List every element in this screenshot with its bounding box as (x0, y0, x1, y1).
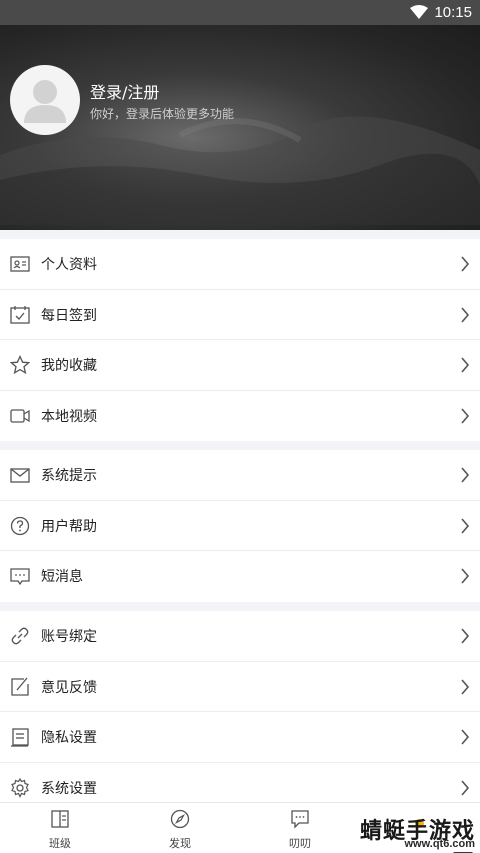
chevron-right-icon (461, 306, 470, 323)
menu-item-label: 个人资料 (41, 257, 97, 273)
default-avatar-icon (24, 80, 66, 123)
menu-item-user-help[interactable]: 用户帮助 (0, 501, 480, 551)
tab-discover[interactable]: 发现 (120, 803, 240, 853)
calendar-check-icon (10, 305, 30, 324)
compass-icon (170, 809, 190, 829)
chevron-right-icon (461, 357, 470, 373)
menu-item-system-notice[interactable]: 系统提示 (0, 450, 480, 501)
gear-icon (11, 777, 29, 798)
menu-item-daily-checkin[interactable]: 每日签到 (0, 290, 480, 340)
menu-item-local-video[interactable]: 本地视频 (0, 391, 480, 442)
tab-class[interactable]: 班级 (0, 803, 120, 853)
tab-label: 发现 (169, 837, 191, 850)
video-camera-icon (10, 408, 30, 423)
edit-icon (11, 677, 29, 696)
chevron-right-icon (461, 467, 470, 483)
chevron-right-icon (461, 729, 470, 745)
menu-item-label: 用户帮助 (41, 518, 97, 535)
login-register-link[interactable]: 登录/注册 (90, 79, 159, 103)
menu-item-label: 短消息 (41, 569, 83, 585)
chevron-right-icon (461, 779, 470, 796)
menu-item-favorites[interactable]: 我的收藏 (0, 340, 480, 391)
link-icon (11, 627, 29, 645)
chat-bubble-icon (291, 810, 309, 829)
menu-item-label: 系统提示 (41, 468, 97, 484)
status-bar: 10:15 (0, 0, 480, 25)
status-time: 10:15 (434, 4, 472, 21)
menu-item-privacy-settings[interactable]: 隐私设置 (0, 712, 480, 763)
menu-item-label: 意见反馈 (41, 679, 97, 696)
chevron-right-icon (461, 407, 470, 424)
menu-item-label: 隐私设置 (41, 730, 97, 746)
chevron-right-icon (461, 568, 470, 584)
message-icon (10, 568, 30, 586)
chevron-right-icon (461, 256, 470, 272)
avatar[interactable] (10, 65, 80, 135)
menu-group-settings: 账号绑定 意见反馈 隐私设置 系统设置 (0, 611, 480, 813)
menu-item-profile[interactable]: 个人资料 (0, 239, 480, 290)
envelope-icon (10, 468, 30, 483)
chevron-right-icon (461, 517, 470, 534)
help-circle-icon (10, 516, 30, 535)
tab-label: 班级 (49, 837, 71, 850)
privacy-doc-icon (11, 728, 29, 747)
watermark-url: www.qt6.com (404, 838, 476, 850)
menu-item-short-message[interactable]: 短消息 (0, 551, 480, 602)
menu-item-label: 我的收藏 (41, 358, 97, 374)
login-subtitle: 你好，登录后体验更多功能 (90, 107, 235, 121)
profile-header: 登录/注册 你好，登录后体验更多功能 (0, 25, 480, 230)
id-card-icon (10, 256, 30, 272)
menu-item-feedback[interactable]: 意见反馈 (0, 662, 480, 712)
menu-item-label: 每日签到 (41, 307, 97, 324)
site-watermark: 蜻蜓手游戏网 www.qt6.com (340, 813, 476, 853)
menu-item-label: 系统设置 (41, 780, 97, 797)
star-icon (10, 355, 30, 375)
chevron-right-icon (461, 628, 470, 644)
menu-group-messages: 系统提示 用户帮助 短消息 (0, 450, 480, 602)
chevron-right-icon (461, 678, 470, 695)
menu-item-account-binding[interactable]: 账号绑定 (0, 611, 480, 662)
menu-item-label: 本地视频 (41, 408, 97, 425)
wifi-icon (410, 5, 428, 19)
menu-group-profile: 个人资料 每日签到 我的收藏 本地视频 (0, 239, 480, 441)
class-book-icon (51, 810, 69, 828)
menu-item-label: 账号绑定 (41, 629, 97, 645)
